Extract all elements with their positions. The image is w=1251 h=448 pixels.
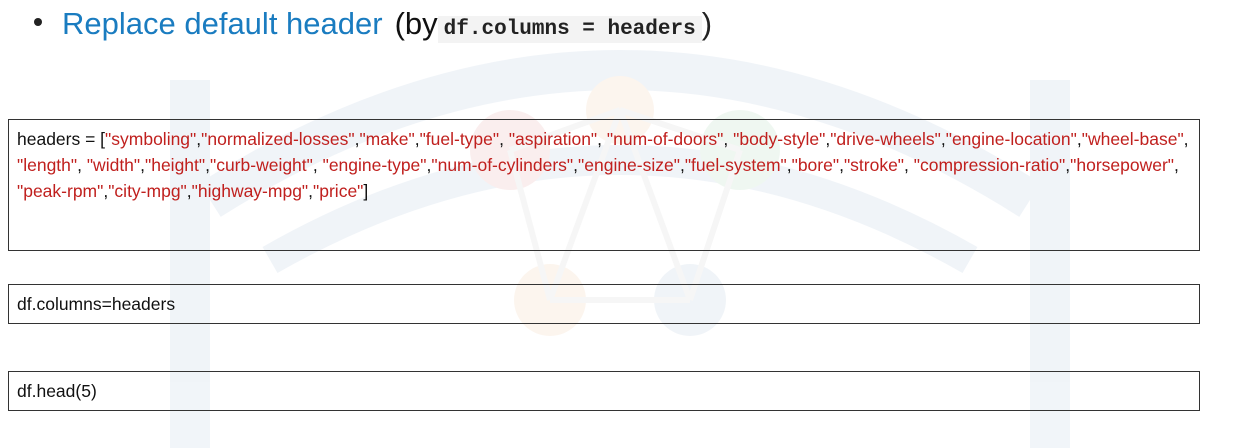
columns-code-box: df.columns=headers (8, 284, 1200, 324)
header-string: "engine-type" (322, 155, 427, 175)
head-code-box: df.head(5) (8, 371, 1200, 411)
header-string: "curb-weight" (209, 155, 313, 175)
header-string: "fuel-type" (419, 129, 500, 149)
header-comma: , (499, 129, 509, 149)
header-string: "num-of-doors" (606, 129, 724, 149)
header-string: "width" (86, 155, 141, 175)
bullet-paren-close: ) (701, 6, 713, 41)
head-code-text: df.head(5) (17, 381, 97, 401)
header-string: "horsepower" (1070, 155, 1175, 175)
header-string: "compression-ratio" (913, 155, 1066, 175)
bullet-paren-open: (by (394, 6, 438, 41)
header-string: "make" (359, 129, 415, 149)
header-string: "drive-wheels" (830, 129, 941, 149)
header-string: "normalized-losses" (201, 129, 355, 149)
header-comma: , (1183, 129, 1189, 149)
slide: Replace default header (by df.columns = … (0, 0, 1251, 448)
headers-suffix: ] (363, 181, 369, 201)
headers-string-list: "symboling","normalized-losses","make","… (17, 129, 1189, 201)
header-string: "length" (17, 155, 78, 175)
header-string: "peak-rpm" (17, 181, 104, 201)
header-string: "price" (313, 181, 364, 201)
header-string: "bore" (791, 155, 840, 175)
header-string: "num-of-cylinders" (431, 155, 574, 175)
header-string: "symboling" (105, 129, 197, 149)
header-comma: , (597, 129, 607, 149)
headers-code-box: headers = ["symboling", "normalized-losse… (8, 119, 1200, 251)
header-string: "wheel-base" (1081, 129, 1184, 149)
header-comma: , (723, 129, 734, 149)
header-string: "city-mpg" (108, 181, 187, 201)
header-comma: , (77, 155, 87, 175)
bullet-title: Replace default header (62, 6, 383, 41)
header-string: "body-style" (733, 129, 826, 149)
header-string: "fuel-system" (684, 155, 787, 175)
header-string: "height" (145, 155, 206, 175)
header-comma: , (1174, 155, 1179, 175)
header-string: "stroke" (843, 155, 905, 175)
header-comma: , (312, 155, 323, 175)
bullet-dot-icon (34, 18, 42, 26)
header-comma: , (904, 155, 914, 175)
header-string: "aspiration" (508, 129, 598, 149)
headers-prefix: headers = [ (17, 129, 106, 149)
bullet-inline-code: df.columns = headers (437, 16, 702, 43)
header-string: "engine-size" (578, 155, 680, 175)
header-string: "highway-mpg" (191, 181, 309, 201)
columns-code-text: df.columns=headers (17, 294, 176, 314)
header-string: "engine-location" (945, 129, 1077, 149)
bullet-heading: Replace default header (by df.columns = … (34, 6, 712, 54)
